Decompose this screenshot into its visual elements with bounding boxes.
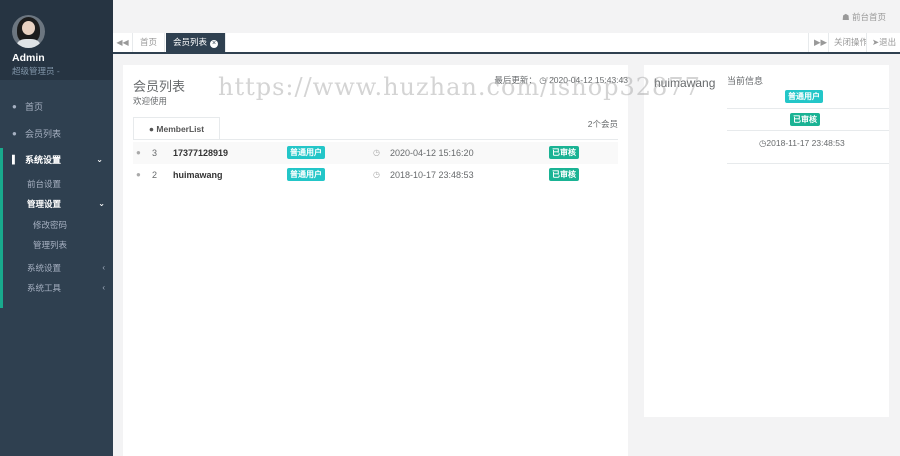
clock-icon: ◷ xyxy=(539,75,547,85)
close-tab-icon[interactable]: × xyxy=(210,40,219,48)
user-icon: ● xyxy=(12,129,17,138)
row-number: 3 xyxy=(152,148,158,158)
member-name: 17377128919 xyxy=(173,148,229,158)
user-icon: ● xyxy=(136,148,141,157)
sidebar-sub-admin-settings[interactable]: 管理设置 ⌄ xyxy=(27,196,113,212)
status-badge: 已审核 xyxy=(549,146,579,159)
tab-home[interactable]: 首页 xyxy=(133,33,166,52)
active-indicator xyxy=(0,148,3,308)
page-subtitle: 欢迎使用 xyxy=(133,96,168,106)
register-date: 2020-04-12 15:16:20 xyxy=(390,148,474,158)
sidebar-sub-label: 系统工具 xyxy=(27,283,62,293)
clock-icon: ◷ xyxy=(373,170,380,179)
detail-date: ◷2018-11-17 23:48:53 xyxy=(759,138,845,149)
tab-scroll-left-button[interactable]: ◀◀ xyxy=(113,33,133,52)
tab-member-list[interactable]: 会员列表 × xyxy=(166,33,227,52)
divider xyxy=(727,108,889,109)
sidebar-sub-frontend-settings[interactable]: 前台设置 xyxy=(27,176,61,192)
tab-label: MemberList xyxy=(156,124,205,134)
home-icon: ☗ xyxy=(841,12,850,22)
divider xyxy=(727,163,889,164)
divider xyxy=(727,130,889,131)
admin-role-dropdown[interactable]: 超级管理员 - xyxy=(12,65,60,77)
sidebar-sub-change-password[interactable]: 修改密码 xyxy=(33,219,67,231)
sidebar-item-members[interactable]: ● 会员列表 xyxy=(0,124,113,144)
sidebar-item-label: 会员列表 xyxy=(25,129,62,139)
logout-button[interactable]: ➤退出 xyxy=(866,33,900,52)
member-name: huimawang xyxy=(173,170,223,180)
sidebar: Admin 超级管理员 - ● 首页 ● 会员列表 ▌ 系统设置 ⌄ 前台设置 … xyxy=(0,0,113,456)
sidebar-item-home[interactable]: ● 首页 xyxy=(0,97,113,117)
sidebar-sub-system-settings[interactable]: 系统设置 ‹ xyxy=(27,260,113,276)
user-icon: ● xyxy=(148,124,155,134)
chevron-down-icon: ⌄ xyxy=(96,155,103,164)
row-number: 2 xyxy=(152,170,158,180)
last-update-time: 2020-04-12 15:43:43 xyxy=(549,75,628,85)
member-list-panel: 会员列表 欢迎使用 最后更新： ◷ 2020-04-12 15:43:43 ● … xyxy=(123,65,628,456)
table-row[interactable]: ● 3 17377128919 普通用户 ◷ 2020-04-12 15:16:… xyxy=(133,142,618,164)
user-type-badge: 普通用户 xyxy=(785,90,823,103)
last-update: 最后更新： ◷ 2020-04-12 15:43:43 xyxy=(494,74,628,86)
status-badge: 已审核 xyxy=(549,168,579,181)
last-update-label: 最后更新： xyxy=(494,75,537,85)
sidebar-item-label: 系统设置 xyxy=(25,155,62,165)
sidebar-item-label: 首页 xyxy=(25,102,44,112)
register-date: 2018-10-17 23:48:53 xyxy=(390,170,474,180)
table-row[interactable]: ● 2 huimawang 普通用户 ◷ 2018-10-17 23:48:53… xyxy=(133,164,618,186)
user-icon: ● xyxy=(136,170,141,179)
avatar[interactable] xyxy=(12,15,45,48)
sidebar-sub-label: 管理设置 xyxy=(27,199,62,209)
home-link-label: 前台首页 xyxy=(851,12,886,22)
status-badge: 已审核 xyxy=(790,113,820,126)
tab-scroll-right-button[interactable]: ▶▶ xyxy=(808,33,828,52)
sidebar-sub-system-tools[interactable]: 系统工具 ‹ xyxy=(27,280,113,296)
detail-date-value: 2018-11-17 23:48:53 xyxy=(766,138,845,148)
admin-name: Admin xyxy=(12,52,45,64)
close-operations-dropdown[interactable]: 关闭操作 xyxy=(828,33,866,52)
chevron-left-icon: ‹ xyxy=(102,283,105,292)
chevron-down-icon: ⌄ xyxy=(98,199,105,208)
profile-area: Admin 超级管理员 - xyxy=(0,0,113,80)
user-type-badge: 普通用户 xyxy=(287,168,325,181)
member-detail-panel: huimawang 当前信息 普通用户 已审核 ◷2018-11-17 23:4… xyxy=(644,65,889,417)
page-title: 会员列表 xyxy=(133,79,186,94)
member-count: 2个会员 xyxy=(587,119,618,129)
user-type-badge: 普通用户 xyxy=(287,146,325,159)
frontend-home-link[interactable]: ☗ 前台首页 xyxy=(842,11,886,23)
member-name: huimawang xyxy=(654,76,716,90)
divider xyxy=(133,139,618,140)
cutlery-icon: ▌ xyxy=(12,155,18,164)
chevron-left-icon: ‹ xyxy=(102,263,105,272)
detail-title: 当前信息 xyxy=(727,76,764,86)
tab-label: 会员列表 xyxy=(173,37,208,47)
tab-bar: ◀◀ 首页 会员列表 × ▶▶ 关闭操作 ➤退出 xyxy=(113,33,900,54)
sidebar-sub-admin-list[interactable]: 管理列表 xyxy=(33,239,67,251)
sidebar-sub-label: 系统设置 xyxy=(27,263,62,273)
tab-member-list-inner[interactable]: ● MemberList xyxy=(133,117,220,140)
logout-label: 退出 xyxy=(879,37,897,47)
clock-icon: ◷ xyxy=(373,148,380,157)
sidebar-item-system-settings[interactable]: ▌ 系统设置 ⌄ xyxy=(0,150,113,170)
user-icon: ● xyxy=(12,102,17,111)
topbar: ☗ 前台首页 xyxy=(113,0,900,33)
